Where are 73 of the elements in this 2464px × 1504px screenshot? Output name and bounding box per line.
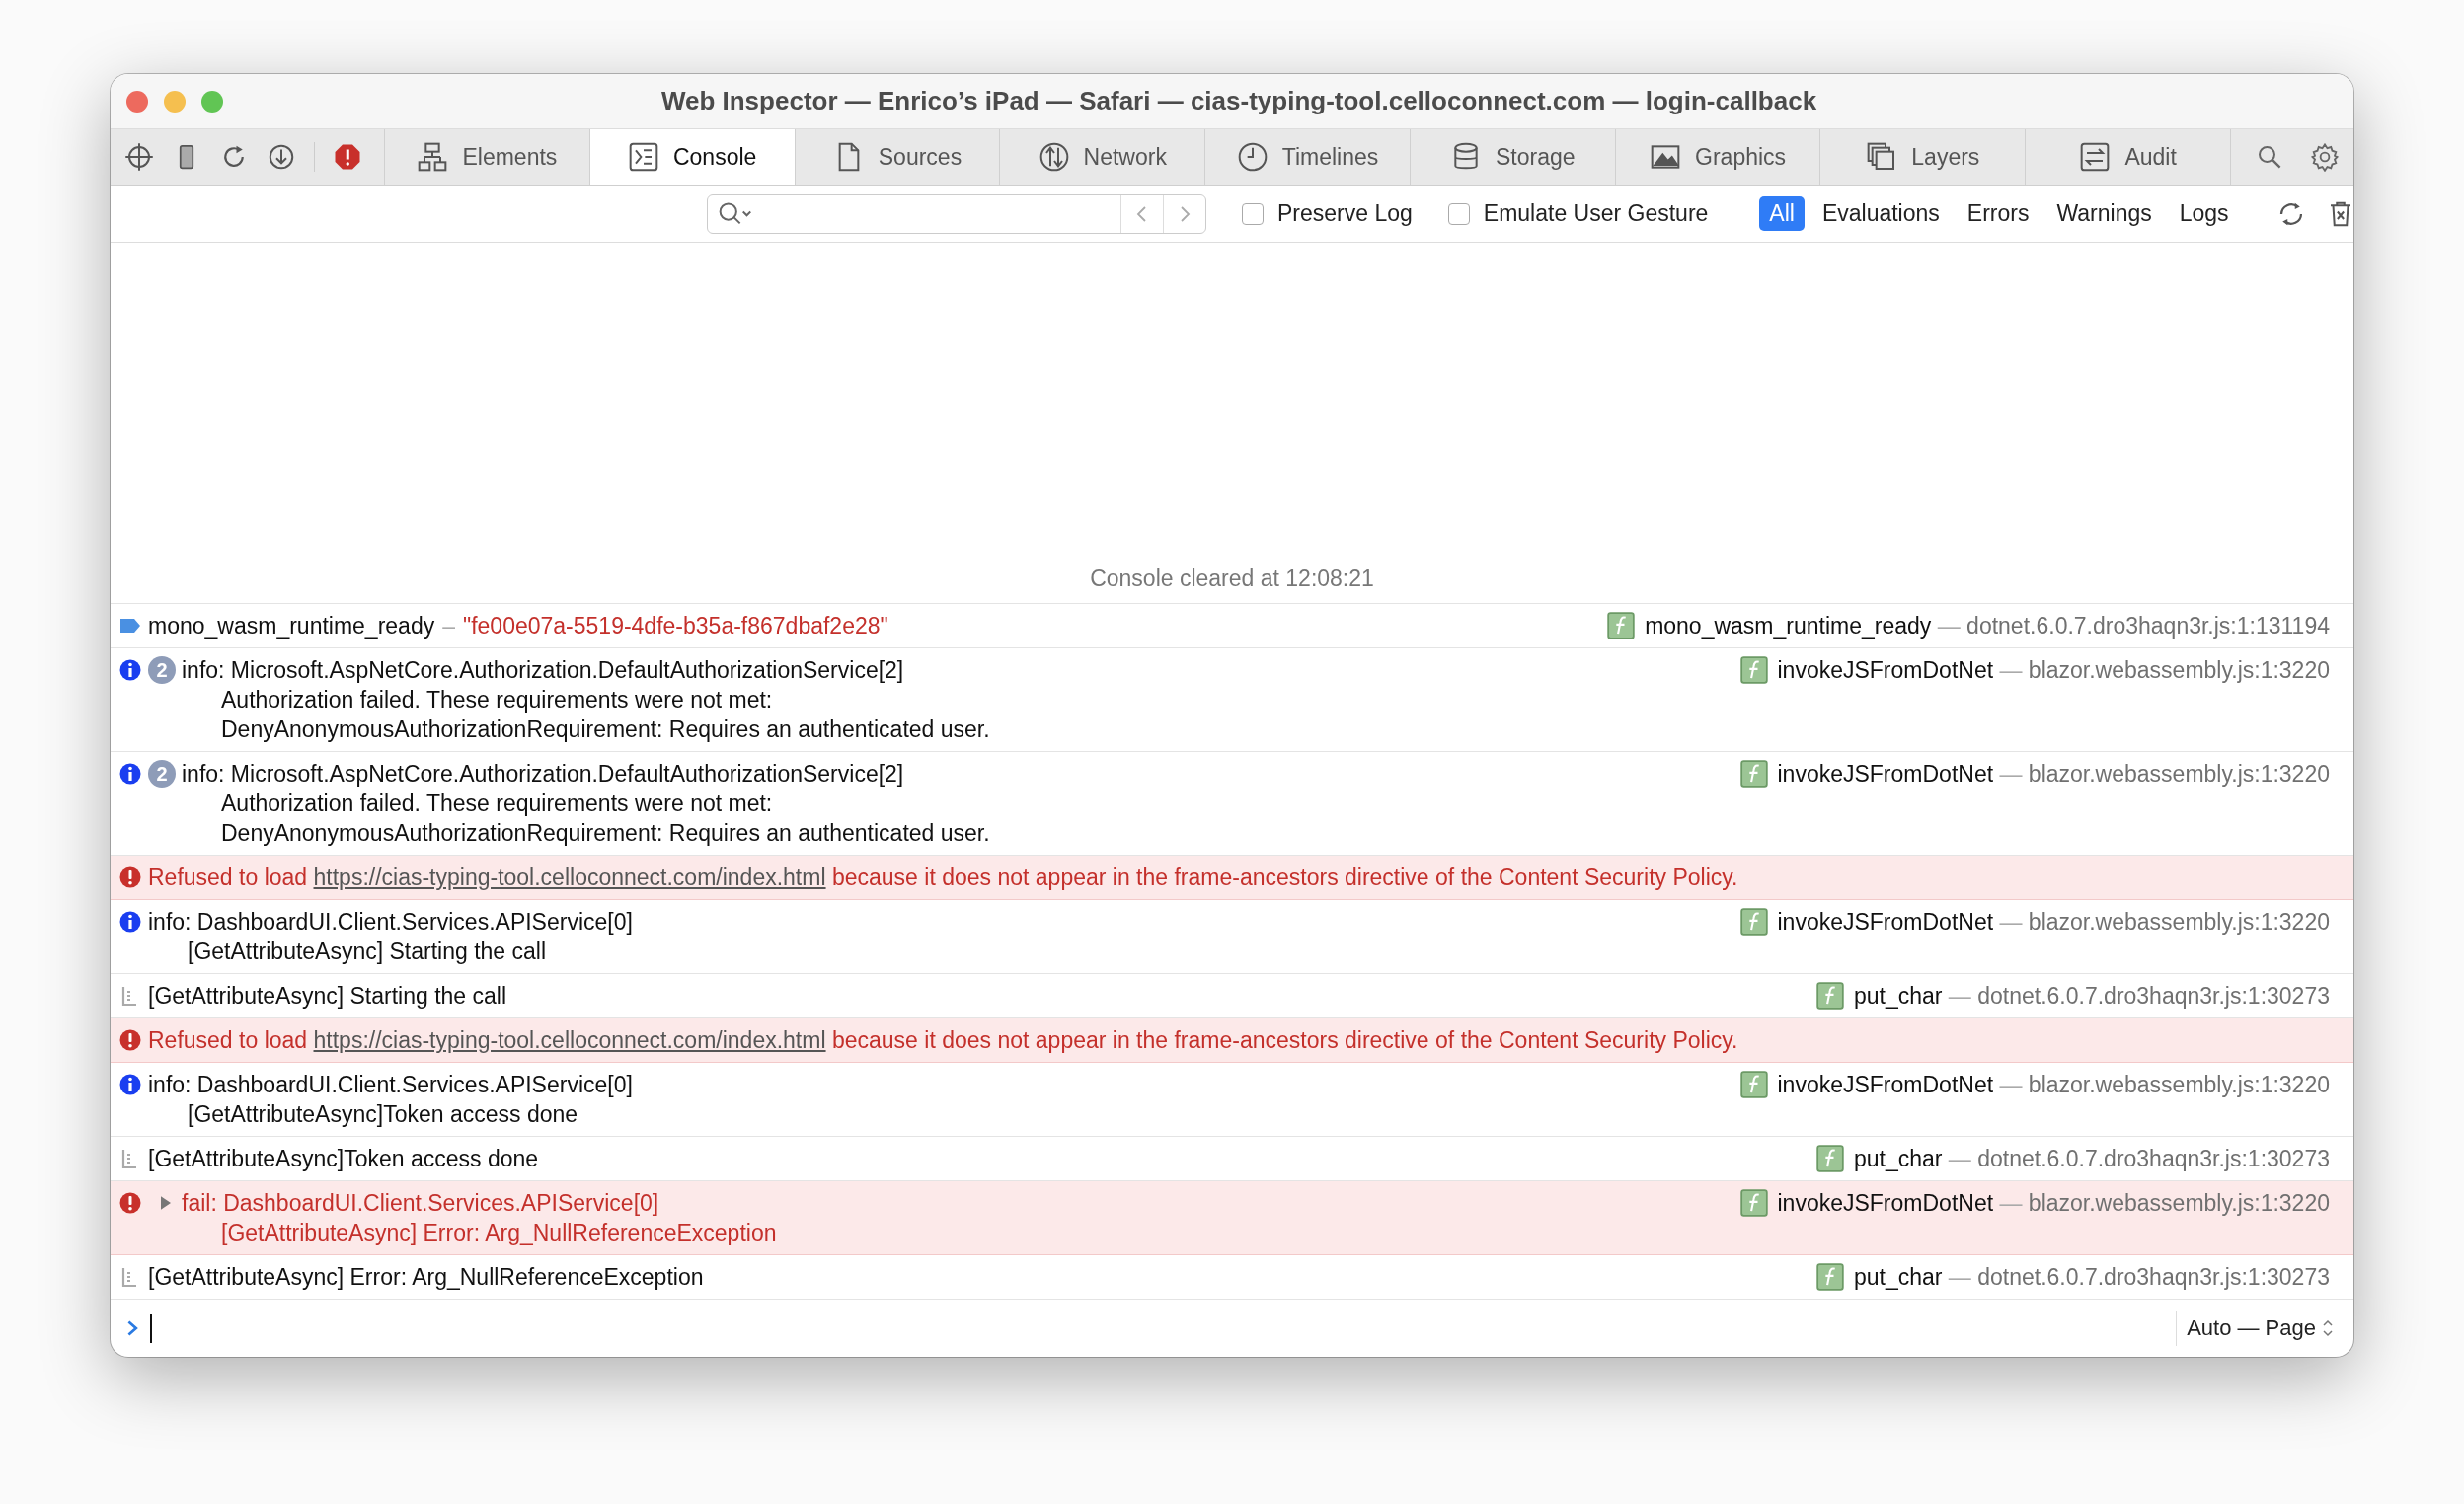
clock-icon bbox=[1236, 141, 1269, 173]
function-icon bbox=[1739, 656, 1768, 684]
level-filter[interactable]: All bbox=[1759, 196, 1805, 231]
url-link[interactable]: https://cias-typing-tool.celloconnect.com/index.html bbox=[313, 865, 826, 890]
function-icon bbox=[1739, 908, 1768, 936]
source-link[interactable]: invokeJSFromDotNet — blazor.webassembly.js:1:3220 bbox=[1777, 759, 2330, 789]
settings-icon[interactable] bbox=[2310, 142, 2341, 172]
terminal-icon bbox=[627, 141, 659, 173]
checkbox[interactable] bbox=[1242, 202, 1264, 225]
message-text: mono_wasm_runtime_ready – "fe00e07a-5519-4dfe-b35a-f867dbaf2e28" bbox=[148, 612, 889, 640]
error-icon[interactable] bbox=[333, 142, 362, 172]
info-icon bbox=[118, 762, 142, 786]
function-icon bbox=[1815, 982, 1844, 1010]
checkbox-label: Preserve Log bbox=[1277, 200, 1413, 227]
message-text: [GetAttributeAsync] Error: Arg_NullReferenceException bbox=[148, 1263, 705, 1292]
message-text: Refused to load https://cias-typing-tool.celloconnect.com/index.html because it does not appear in the frame-ancestors directive of the Content Security Policy. bbox=[148, 864, 1739, 892]
source-link[interactable]: invokeJSFromDotNet — blazor.webassembly.js:1:3220 bbox=[1777, 1070, 2330, 1099]
info-icon bbox=[118, 658, 142, 682]
message-text: fail: DashboardUI.Client.Services.APIService[0] bbox=[182, 1189, 660, 1218]
repeat-count: 2 bbox=[148, 656, 176, 684]
source-link[interactable]: invokeJSFromDotNet — blazor.webassembly.js:1:3220 bbox=[1777, 655, 2330, 685]
up-down-icon bbox=[2322, 1318, 2334, 1338]
checkbox[interactable] bbox=[1447, 202, 1470, 225]
message-text: Refused to load https://cias-typing-tool.celloconnect.com/index.html because it does not appear in the frame-ancestors directive of the Content Security Policy. bbox=[148, 1026, 1739, 1055]
source-link[interactable]: mono_wasm_runtime_ready — dotnet.6.0.7.dro3haqn3r.js:1:131194 bbox=[1645, 611, 2330, 640]
error-icon bbox=[118, 1191, 142, 1215]
message-text: info: DashboardUI.Client.Services.APIService[0] bbox=[148, 908, 634, 937]
message-text: Authorization failed. These requirements were not met: bbox=[220, 686, 774, 714]
download-icon[interactable] bbox=[267, 142, 296, 172]
window-title: Web Inspector — Enrico’s iPad — Safari — cias-typing-tool.celloconnect.com — login-callback bbox=[659, 86, 1818, 116]
swap-arrows-icon bbox=[2079, 141, 2112, 173]
function-icon bbox=[1815, 1145, 1844, 1172]
hierarchy-icon bbox=[417, 141, 449, 173]
message-text: Authorization failed. These requirements were not met: bbox=[220, 790, 774, 818]
function-icon bbox=[1607, 612, 1636, 639]
message-text: info: Microsoft.AspNetCore.Authorization.DefaultAuthorizationService[2] bbox=[182, 656, 905, 685]
function-icon bbox=[1739, 760, 1768, 788]
source-link[interactable]: put_char — dotnet.6.0.7.dro3haqn3r.js:1:30273 bbox=[1853, 1144, 2330, 1173]
level-filter[interactable]: Warnings bbox=[2046, 196, 2162, 231]
function-icon bbox=[1739, 1071, 1768, 1098]
checkbox-label: Emulate User Gesture bbox=[1483, 200, 1709, 227]
message-text: [GetAttributeAsync]Token access done bbox=[148, 1145, 540, 1173]
level-filter[interactable]: Errors bbox=[1957, 196, 2040, 231]
text-cursor bbox=[150, 1314, 152, 1343]
message-text: [GetAttributeAsync]Token access done bbox=[187, 1100, 579, 1129]
message-text: [GetAttributeAsync] Error: Arg_NullReferenceException bbox=[220, 1219, 778, 1247]
level-filter[interactable]: Logs bbox=[2169, 196, 2239, 231]
info-icon bbox=[118, 910, 142, 934]
message-text: info: DashboardUI.Client.Services.APIService[0] bbox=[148, 1071, 634, 1099]
function-icon bbox=[1739, 1189, 1768, 1217]
message-text: DenyAnonymousAuthorizationRequirement: Requires an authenticated user. bbox=[220, 715, 991, 744]
level-filter[interactable]: Evaluations bbox=[1811, 196, 1950, 231]
tab[interactable]: Console bbox=[589, 129, 796, 185]
source-link[interactable]: put_char — dotnet.6.0.7.dro3haqn3r.js:1:30273 bbox=[1853, 1262, 2330, 1292]
error-icon bbox=[118, 1028, 142, 1052]
function-icon bbox=[1815, 1263, 1844, 1291]
close-button[interactable] bbox=[126, 90, 148, 113]
error-icon bbox=[118, 865, 142, 889]
filter-field[interactable] bbox=[707, 193, 1206, 234]
repeat-count: 2 bbox=[148, 760, 176, 788]
message-text: DenyAnonymousAuthorizationRequirement: Requires an authenticated user. bbox=[220, 819, 991, 848]
source-link[interactable]: invokeJSFromDotNet — blazor.webassembly.js:1:3220 bbox=[1777, 907, 2330, 937]
cleared-message: Console cleared at 12:08:21 bbox=[111, 564, 2353, 604]
message-text: info: Microsoft.AspNetCore.Authorization.DefaultAuthorizationService[2] bbox=[182, 760, 905, 789]
context-selector[interactable]: Auto — Page bbox=[2187, 1316, 2353, 1341]
message-text: [GetAttributeAsync] Starting the call bbox=[148, 982, 508, 1011]
source-link[interactable]: invokeJSFromDotNet — blazor.webassembly.js:1:3220 bbox=[1777, 1188, 2330, 1218]
source-link[interactable]: put_char — dotnet.6.0.7.dro3haqn3r.js:1:30273 bbox=[1853, 981, 2330, 1011]
info-icon bbox=[118, 1073, 142, 1096]
url-link[interactable]: https://cias-typing-tool.celloconnect.com/index.html bbox=[313, 1027, 826, 1053]
arrows-circle-icon bbox=[1038, 141, 1070, 173]
message-text: [GetAttributeAsync] Starting the call bbox=[187, 938, 548, 966]
crosshair-icon[interactable] bbox=[124, 142, 154, 172]
